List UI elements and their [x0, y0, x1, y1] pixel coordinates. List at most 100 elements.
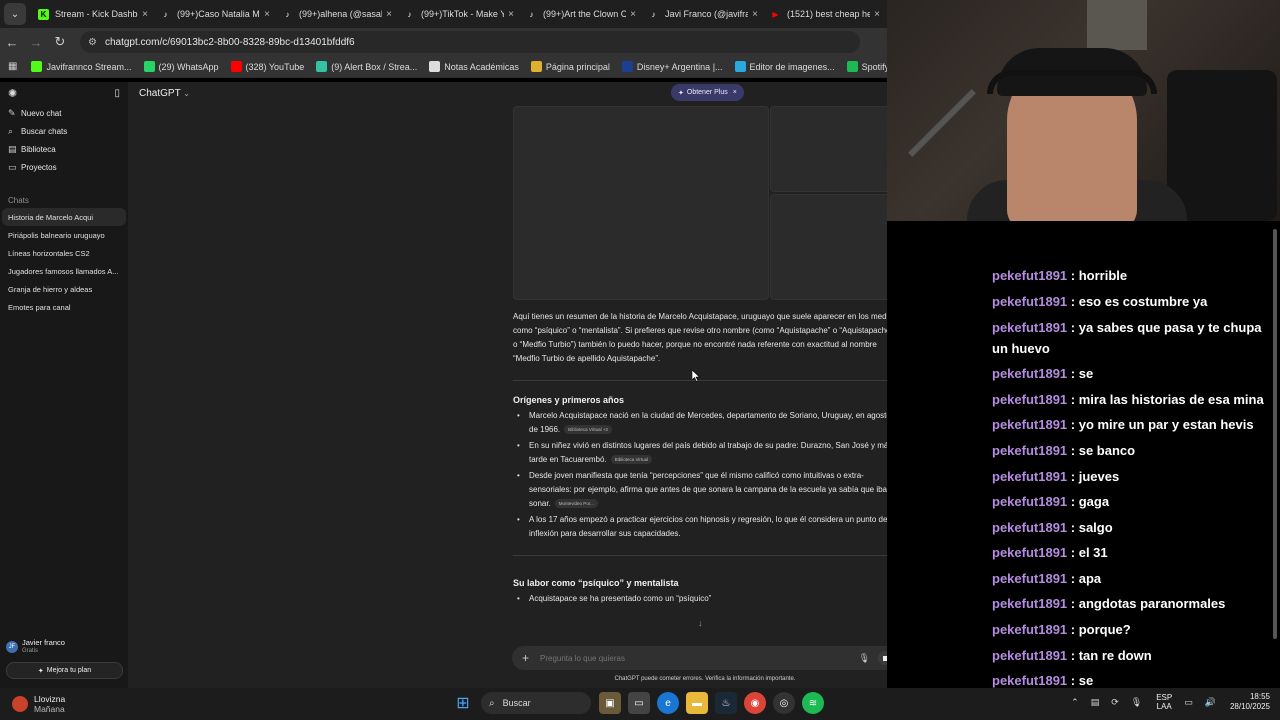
chat-message: pekefut1891 : tan re down: [992, 645, 1272, 666]
prompt-input[interactable]: [540, 653, 859, 663]
chat-history-item[interactable]: Piriápolis balneario uruguayo: [0, 226, 128, 244]
bookmark-item[interactable]: (29) WhatsApp: [143, 61, 219, 72]
browser-tab[interactable]: ♪ (99+)alhena (@sasah ×: [276, 0, 398, 28]
browser-tab[interactable]: ▶ (1521) best cheap he ×: [764, 0, 886, 28]
language-indicator[interactable]: ESP LAA: [1156, 693, 1172, 711]
bookmark-item[interactable]: (328) YouTube: [230, 61, 304, 72]
user-profile[interactable]: JF Javier franco Gratis: [6, 638, 65, 655]
headphones: [987, 70, 1157, 94]
model-selector[interactable]: ChatGPT ⌄: [139, 88, 190, 99]
bookmark-item[interactable]: Notas Académicas: [429, 61, 519, 72]
widgets-icon[interactable]: ▣: [599, 692, 621, 714]
chat-username[interactable]: pekefut1891: [992, 417, 1067, 432]
mic-tray-icon[interactable]: 🎙: [1131, 697, 1142, 708]
microphone-icon[interactable]: 🎙: [859, 653, 870, 664]
openai-logo-icon[interactable]: ✺: [8, 87, 17, 100]
apps-grid-icon[interactable]: ▦: [8, 61, 17, 72]
image-placeholder[interactable]: [770, 194, 897, 300]
chat-history-item[interactable]: Granja de hierro y aldeas: [0, 280, 128, 298]
file-explorer-icon[interactable]: ▬: [686, 692, 708, 714]
browser-tab[interactable]: ♪ (99+)TikTok - Make Y ×: [398, 0, 520, 28]
chat-history-item[interactable]: Historia de Marcelo Acqui: [2, 208, 126, 226]
chat-username[interactable]: pekefut1891: [992, 494, 1067, 509]
image-placeholder[interactable]: [770, 106, 897, 192]
sidebar-item-proyectos[interactable]: ▭ Proyectos: [0, 158, 128, 176]
bookmark-item[interactable]: Disney+ Argentina |...: [621, 61, 723, 72]
url-field[interactable]: ⚙ chatgpt.com/c/69013bc2-8b00-8328-89bc-…: [80, 31, 860, 53]
browser-tab[interactable]: K Stream - Kick Dashbo ×: [32, 0, 154, 28]
chat-scrollbar[interactable]: [1273, 229, 1277, 639]
bookmark-favicon-icon: [530, 61, 542, 72]
windows-start-icon[interactable]: ⊞: [452, 692, 474, 714]
taskbar-search[interactable]: ⌕ Buscar: [481, 692, 591, 714]
sidebar-item-buscar-chats[interactable]: ⌕ Buscar chats: [0, 122, 128, 140]
chat-message: pekefut1891 : el 31: [992, 542, 1272, 563]
image-placeholder[interactable]: [513, 106, 769, 300]
browser-tab[interactable]: ♪ (99+)Caso Natalia Ma ×: [154, 0, 276, 28]
close-tab-icon[interactable]: ×: [508, 9, 514, 20]
upgrade-plan-button[interactable]: ✦ Mejora tu plan: [6, 662, 123, 679]
chat-username[interactable]: pekefut1891: [992, 392, 1067, 407]
close-tab-icon[interactable]: ×: [752, 9, 758, 20]
app-tray-icon[interactable]: ▤: [1091, 697, 1100, 708]
close-tab-icon[interactable]: ×: [874, 9, 880, 20]
browser-tab[interactable]: ♪ Javi Franco (@javifra ×: [642, 0, 764, 28]
task-view-icon[interactable]: ▭: [628, 692, 650, 714]
steam-icon[interactable]: ♨: [715, 692, 737, 714]
citation-chip[interactable]: Biblioteca Virtual +2: [564, 425, 612, 435]
browser-tab[interactable]: ♪ (99+)Art the Clown C ×: [520, 0, 642, 28]
forward-icon[interactable]: →: [24, 35, 48, 50]
chat-username[interactable]: pekefut1891: [992, 520, 1067, 535]
bookmark-item[interactable]: Spotify - Reproduct...: [846, 61, 887, 72]
bookmark-item[interactable]: Javifrannco Stream...: [31, 61, 132, 72]
chat-username[interactable]: pekefut1891: [992, 469, 1067, 484]
chat-history-item[interactable]: Jugadores famosos llamados A...: [0, 262, 128, 280]
chat-username[interactable]: pekefut1891: [992, 545, 1067, 560]
sidebar-item-biblioteca[interactable]: ▤ Biblioteca: [0, 140, 128, 158]
sync-icon[interactable]: ⟳: [1111, 697, 1119, 708]
back-icon[interactable]: ←: [0, 35, 24, 50]
spotify-icon[interactable]: ≋: [802, 692, 824, 714]
volume-icon[interactable]: 🔊: [1205, 697, 1216, 708]
close-tab-icon[interactable]: ×: [142, 9, 148, 20]
close-tab-icon[interactable]: ×: [630, 9, 636, 20]
bookmark-item[interactable]: Editor de imagenes...: [734, 61, 835, 72]
chat-username[interactable]: pekefut1891: [992, 648, 1067, 663]
scroll-down-icon[interactable]: ↓: [698, 618, 703, 628]
network-icon[interactable]: ▭: [1184, 697, 1193, 708]
close-tab-icon[interactable]: ×: [386, 9, 392, 20]
url-text: chatgpt.com/c/69013bc2-8b00-8328-89bc-d1…: [104, 36, 355, 48]
tab-search-chevron-icon[interactable]: ⌄: [4, 3, 26, 25]
add-attachment-icon[interactable]: +: [522, 651, 536, 665]
weather-widget[interactable]: Llovizna Mañana: [12, 694, 65, 714]
chevron-down-icon: ⌄: [183, 89, 190, 98]
chat-history-item[interactable]: Emotes para canal: [0, 298, 128, 316]
citation-chip[interactable]: Montevideo Por...: [554, 499, 598, 509]
chat-username[interactable]: pekefut1891: [992, 622, 1067, 637]
chat-username[interactable]: pekefut1891: [992, 571, 1067, 586]
bookmark-item[interactable]: (9) Alert Box / Strea...: [316, 61, 417, 72]
get-plus-button[interactable]: ✦ Obtener Plus ×: [671, 84, 744, 101]
chat-history-item[interactable]: Líneas horizontales CS2: [0, 244, 128, 262]
chat-username[interactable]: pekefut1891: [992, 596, 1067, 611]
show-hidden-icons-icon[interactable]: ⌃: [1071, 697, 1079, 708]
chat-username[interactable]: pekefut1891: [992, 268, 1067, 283]
sidebar-item-nuevo-chat[interactable]: ✎ Nuevo chat: [0, 104, 128, 122]
close-tab-icon[interactable]: ×: [264, 9, 270, 20]
site-info-icon[interactable]: ⚙: [88, 37, 97, 48]
close-icon[interactable]: ×: [733, 89, 737, 96]
chat-username[interactable]: pekefut1891: [992, 366, 1067, 381]
clock[interactable]: 18:55 28/10/2025: [1230, 692, 1270, 712]
obs-icon[interactable]: ◎: [773, 692, 795, 714]
toggle-sidebar-icon[interactable]: ▯: [114, 88, 120, 99]
chat-username[interactable]: pekefut1891: [992, 443, 1067, 458]
citation-chip[interactable]: Biblioteca Virtual: [610, 455, 653, 465]
youtube-icon: ▶: [772, 9, 779, 19]
edge-icon[interactable]: e: [657, 692, 679, 714]
chrome-icon[interactable]: ◉: [744, 692, 766, 714]
reload-icon[interactable]: ↻: [48, 34, 72, 50]
chat-username[interactable]: pekefut1891: [992, 294, 1067, 309]
chat-username[interactable]: pekefut1891: [992, 320, 1067, 335]
bookmark-item[interactable]: Página principal: [530, 61, 610, 72]
chat-username[interactable]: pekefut1891: [992, 673, 1067, 688]
